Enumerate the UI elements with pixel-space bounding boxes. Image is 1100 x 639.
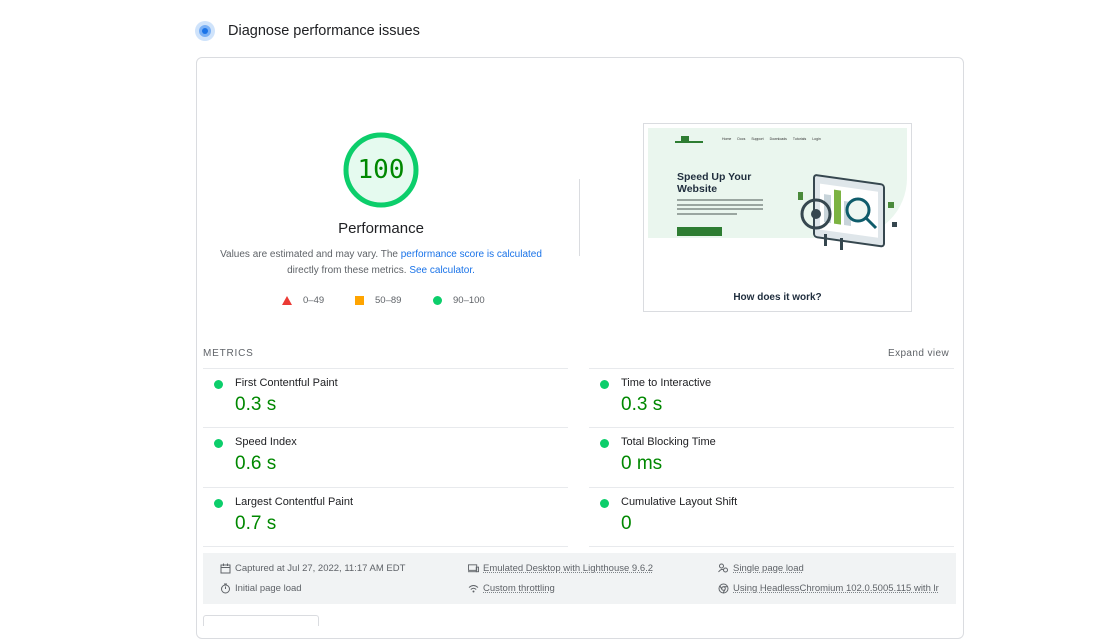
diagnose-header: Diagnose performance issues — [195, 19, 420, 43]
triangle-icon — [282, 295, 292, 305]
section-title: Diagnose performance issues — [228, 23, 420, 39]
pass-circle-icon — [214, 499, 223, 508]
metric-total-blocking-time[interactable]: Total Blocking Time 0 ms — [589, 427, 954, 487]
throttling[interactable]: Custom throttling — [468, 583, 555, 594]
legend-pass: 90–100 — [433, 294, 485, 306]
metric-value: 0.7 s — [235, 513, 277, 534]
pass-circle-icon — [214, 439, 223, 448]
metric-value: 0.6 s — [235, 453, 277, 474]
final-screenshot[interactable]: Home Docs Support Downloads Tutorials Lo… — [643, 123, 912, 312]
gauge-score: 100 — [357, 155, 405, 185]
site-nav-item: Home — [722, 137, 732, 141]
browser-info[interactable]: Using HeadlessChromium 102.0.5005.115 wi… — [718, 583, 939, 594]
metrics-divider — [203, 546, 568, 547]
metric-cumulative-layout-shift[interactable]: Cumulative Layout Shift 0 — [589, 487, 954, 547]
calendar-icon — [220, 563, 231, 574]
performance-gauge[interactable]: 100 — [342, 131, 420, 209]
metric-value: 0 ms — [621, 453, 663, 474]
site-download-button — [677, 227, 722, 236]
metric-title: Speed Index — [235, 436, 297, 448]
site-illustration — [798, 174, 897, 250]
site-nav-item: Tutorials — [792, 137, 807, 141]
legend-fail: 0–49 — [282, 294, 324, 306]
site-hero-text — [677, 199, 763, 217]
site-hero-title: Speed Up Your Website — [677, 171, 752, 195]
metric-title: Total Blocking Time — [621, 436, 716, 448]
legend-pass-label: 90–100 — [453, 294, 485, 306]
chrome-icon — [718, 583, 729, 594]
metric-title: First Contentful Paint — [235, 377, 338, 389]
metric-speed-index[interactable]: Speed Index 0.6 s — [203, 427, 568, 487]
site-how-heading: How does it work? — [733, 292, 822, 303]
screenshot-image: Home Docs Support Downloads Tutorials Lo… — [648, 128, 907, 307]
initial-page-load: Initial page load — [220, 583, 302, 594]
site-nav-item: Support — [751, 137, 764, 141]
lighthouse-diagnose-icon — [195, 21, 215, 41]
browser-info-text: Using HeadlessChromium 102.0.5005.115 wi… — [733, 583, 939, 594]
legend-fail-label: 0–49 — [303, 294, 325, 306]
site-nav-item: Login — [812, 137, 821, 141]
metric-first-contentful-paint[interactable]: First Contentful Paint 0.3 s — [203, 368, 568, 428]
score-description: Values are estimated and may vary. The p… — [205, 247, 557, 279]
score-calculated-link[interactable]: performance score is calculated — [401, 249, 542, 260]
timer-icon — [220, 583, 231, 594]
site-logo — [675, 136, 703, 144]
legend-average: 50–89 — [355, 294, 401, 306]
metric-title: Largest Contentful Paint — [235, 496, 354, 508]
emulated-device-text: Emulated Desktop with Lighthouse 9.6.2 — [483, 563, 654, 574]
throttling-text: Custom throttling — [483, 583, 555, 594]
circle-icon — [433, 295, 442, 305]
see-calculator-link[interactable]: See calculator. — [409, 265, 475, 276]
captured-at-text: Captured at Jul 27, 2022, 11:17 AM EDT — [235, 563, 406, 574]
initial-page-load-text: Initial page load — [235, 583, 302, 594]
metrics-label: METRICS — [203, 348, 254, 359]
description-middle: directly from these metrics. — [287, 265, 410, 276]
metric-value: 0.3 s — [621, 394, 663, 415]
legend-average-label: 50–89 — [375, 294, 402, 306]
site-nav-item: Docs — [737, 137, 746, 141]
metric-value: 0.3 s — [235, 394, 277, 415]
metric-title: Time to Interactive — [621, 377, 712, 389]
runtime-settings: Captured at Jul 27, 2022, 11:17 AM EDT E… — [203, 553, 956, 604]
desktop-icon — [468, 563, 479, 574]
site-nav-item: Downloads — [769, 137, 787, 141]
pass-circle-icon — [214, 380, 223, 389]
single-page-load[interactable]: Single page load — [718, 563, 804, 574]
metric-largest-contentful-paint[interactable]: Largest Contentful Paint 0.7 s — [203, 487, 568, 547]
treemap-button[interactable] — [203, 615, 319, 626]
emulated-device[interactable]: Emulated Desktop with Lighthouse 9.6.2 — [468, 563, 653, 574]
people-icon — [718, 563, 729, 574]
pass-circle-icon — [600, 499, 609, 508]
captured-at: Captured at Jul 27, 2022, 11:17 AM EDT — [220, 563, 405, 574]
site-nav: Home Docs Support Downloads Tutorials Lo… — [722, 137, 821, 141]
gauge-title: Performance — [338, 220, 424, 237]
metric-title: Cumulative Layout Shift — [621, 496, 738, 508]
pass-circle-icon — [600, 380, 609, 389]
pass-circle-icon — [600, 439, 609, 448]
vertical-divider — [579, 179, 580, 256]
single-page-load-text: Single page load — [733, 563, 804, 574]
metric-value: 0 — [621, 513, 632, 534]
expand-view-toggle[interactable]: Expand view — [888, 348, 949, 359]
metrics-divider — [589, 546, 954, 547]
square-icon — [355, 295, 364, 305]
description-prefix: Values are estimated and may vary. The — [220, 249, 401, 260]
metric-time-to-interactive[interactable]: Time to Interactive 0.3 s — [589, 368, 954, 428]
wifi-icon — [468, 583, 479, 594]
